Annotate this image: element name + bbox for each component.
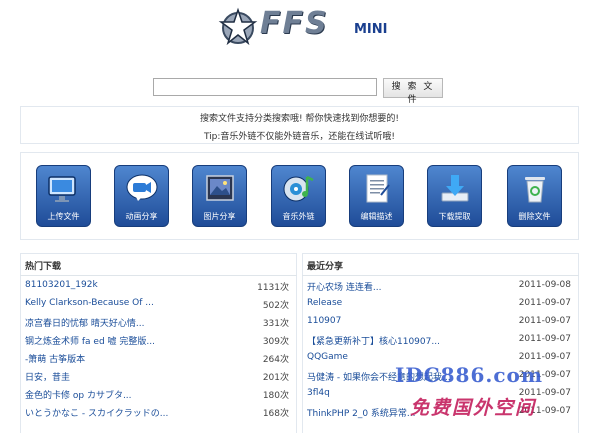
list-item[interactable]: -箫萌 古筝版本 264次 [20, 349, 297, 367]
list-item[interactable]: 110907 2011-09-07 [302, 313, 579, 331]
music-link-button[interactable]: 音乐外链 [271, 165, 326, 227]
item-date: 2011-09-08 [518, 280, 571, 290]
item-name[interactable]: 金色的卡修 op カサブタ... [25, 388, 210, 401]
toolbar-label: 删除文件 [518, 212, 551, 221]
image-share-button[interactable]: 图片分享 [192, 165, 247, 227]
video-camera-icon [126, 174, 158, 201]
item-count: 1131次 [257, 283, 289, 293]
item-name[interactable]: いとうかなこ - スカイクラッドの... [25, 406, 210, 419]
monitor-icon [48, 176, 76, 202]
edit-description-button[interactable]: 编辑描述 [349, 165, 404, 227]
download-icon [441, 175, 469, 202]
item-name[interactable]: QQGame [307, 352, 467, 362]
list-item[interactable]: いとうかなこ - スカイクラッドの... 168次 [20, 403, 297, 421]
toolbar-label: 编辑描述 [360, 212, 393, 221]
item-date: 2011-09-07 [518, 316, 571, 326]
download-extract-button[interactable]: 下载提取 [427, 165, 482, 227]
site-logo: FFS MINI [218, 6, 393, 46]
item-count: 201次 [262, 373, 289, 383]
watermark-slogan: 免费国外空间 [410, 397, 537, 419]
item-count: 264次 [262, 355, 289, 365]
logo-subtext: MINI [354, 22, 388, 37]
notice-line-2: Tip:音乐外链不仅能外链音乐，还能在线试听哦! [203, 132, 396, 142]
item-name[interactable]: Release [307, 298, 467, 308]
list-item[interactable]: 81103201_192k 1131次 [20, 277, 297, 295]
search-button[interactable]: 搜 索 文 件 [383, 78, 443, 105]
latest-shares-title: 最近分享 [307, 262, 344, 272]
item-name[interactable]: -箫萌 古筝版本 [25, 352, 210, 365]
hot-downloads-panel: 热门下载 81103201_192k 1131次 Kelly Clarkson-B… [20, 253, 297, 433]
item-name[interactable]: 81103201_192k [25, 280, 210, 290]
notice-line-1: 搜索文件支持分类搜索哦! 帮你快速找到你想要的! [199, 114, 400, 124]
item-count: 309次 [262, 337, 289, 347]
list-item[interactable]: 【紧急更新补丁】核心110907... 2011-09-07 [302, 331, 579, 349]
item-count: 180次 [262, 391, 289, 401]
function-toolbar: 上传文件 动画分享 图片分享 音乐外链 编辑描述 下载提取 删除文件 [20, 152, 579, 240]
hot-downloads-title: 热门下载 [25, 262, 62, 272]
item-date: 2011-09-07 [518, 334, 571, 344]
toolbar-label: 动画分享 [125, 212, 158, 221]
item-name[interactable]: 【紧急更新补丁】核心110907... [307, 334, 467, 347]
list-item[interactable]: 金色的卡修 op カサブタ... 180次 [20, 385, 297, 403]
list-item[interactable]: 钢之炼金术师 fa ed 嘘 完整版... 309次 [20, 331, 297, 349]
list-item[interactable]: 日安，昔圭 201次 [20, 367, 297, 385]
list-item[interactable]: Release 2011-09-07 [302, 295, 579, 313]
item-name[interactable]: 开心农场 连连看... [307, 280, 467, 293]
item-name[interactable]: 钢之炼金术师 fa ed 嘘 完整版... [25, 334, 210, 347]
photo-icon [206, 175, 234, 201]
item-name[interactable]: 110907 [307, 316, 467, 326]
toolbar-label: 上传文件 [47, 212, 80, 221]
item-date: 2011-09-07 [518, 352, 571, 362]
toolbar-label: 图片分享 [203, 212, 236, 221]
delete-file-button[interactable]: 删除文件 [507, 165, 562, 227]
upload-file-button[interactable]: 上传文件 [36, 165, 91, 227]
document-icon [366, 174, 390, 203]
item-name[interactable]: 日安，昔圭 [25, 370, 210, 383]
notice-box: 搜索文件支持分类搜索哦! 帮你快速找到你想要的! Tip:音乐外链不仅能外链音乐… [20, 106, 579, 144]
item-count: 502次 [262, 301, 289, 311]
list-item[interactable]: 凉宫春日的忧郁 晴天好心情... 331次 [20, 313, 297, 331]
item-name[interactable]: 凉宫春日的忧郁 晴天好心情... [25, 316, 210, 329]
music-icon [283, 175, 314, 202]
panel-divider [20, 275, 297, 276]
logo-text: FFS [260, 6, 329, 41]
item-count: 331次 [262, 319, 289, 329]
item-date: 2011-09-07 [518, 298, 571, 308]
item-count: 168次 [262, 409, 289, 419]
list-item[interactable]: Kelly Clarkson-Because Of ... 502次 [20, 295, 297, 313]
search-input[interactable] [153, 78, 377, 96]
list-item[interactable]: 开心农场 连连看... 2011-09-08 [302, 277, 579, 295]
panel-divider [302, 275, 579, 276]
toolbar-label: 下载提取 [438, 212, 471, 221]
item-name[interactable]: Kelly Clarkson-Because Of ... [25, 298, 210, 308]
star-logo-icon [218, 7, 258, 46]
watermark-domain: IDC886.com [395, 363, 544, 387]
animation-share-button[interactable]: 动画分享 [114, 165, 169, 227]
toolbar-label: 音乐外链 [282, 212, 315, 221]
trash-icon [525, 177, 545, 203]
